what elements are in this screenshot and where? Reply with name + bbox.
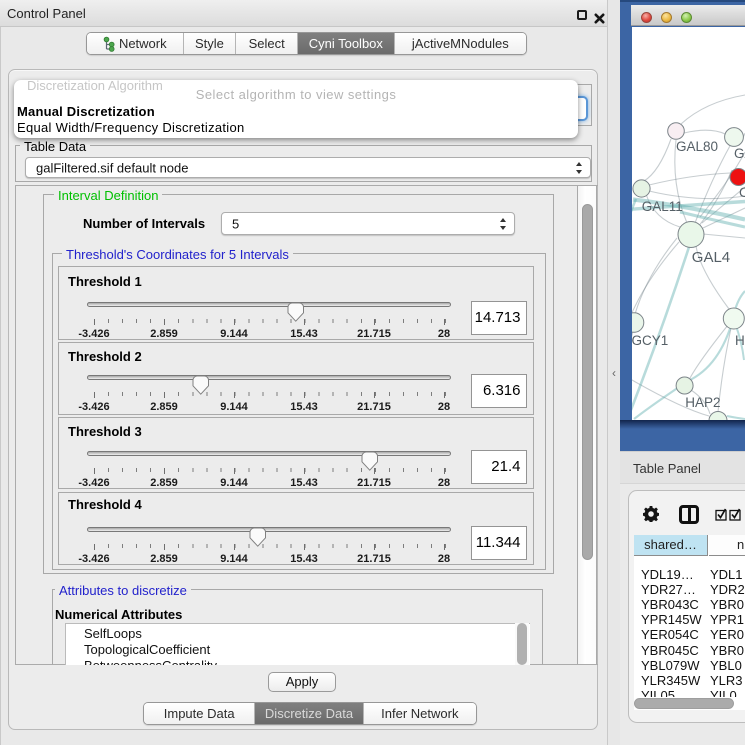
svg-text:GAL4: GAL4	[692, 249, 730, 266]
svg-text:GA: GA	[734, 146, 745, 161]
svg-text:GAL80: GAL80	[676, 139, 718, 154]
svg-text:GAL11: GAL11	[642, 199, 683, 214]
svg-text:GCY1: GCY1	[632, 333, 668, 348]
svg-text:HAP2: HAP2	[685, 395, 720, 410]
svg-text:H: H	[735, 333, 745, 348]
svg-text:C: C	[739, 185, 745, 200]
